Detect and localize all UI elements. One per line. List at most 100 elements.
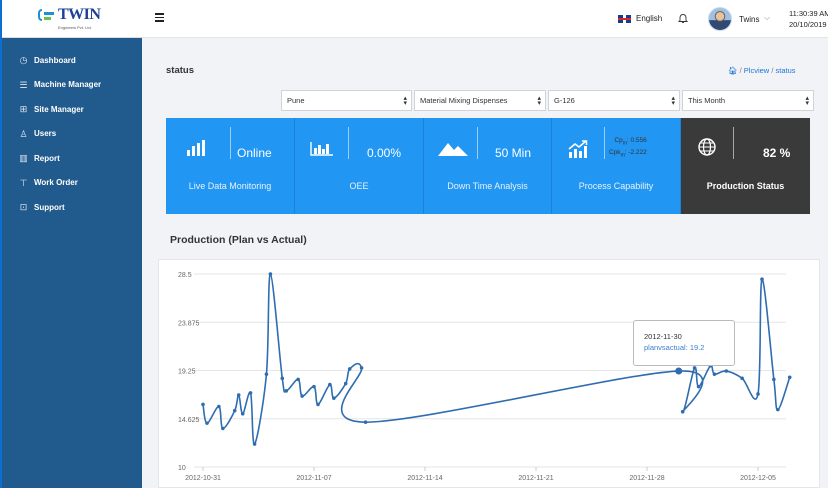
breadcrumb-plcview[interactable]: Plcview bbox=[744, 66, 769, 75]
globe-icon bbox=[698, 138, 716, 156]
avatar[interactable] bbox=[708, 7, 732, 31]
data-point bbox=[205, 421, 209, 425]
chart-tooltip: 2012-11-30 planvsactual: 19.2 bbox=[633, 320, 735, 366]
tile-caption: Production Status bbox=[706, 181, 785, 191]
data-point bbox=[248, 391, 253, 395]
current-date: 20/10/2019 bbox=[789, 20, 827, 29]
sidebar-item-dashboard[interactable]: ◷ Dashboard bbox=[2, 48, 142, 73]
y-tick-label: 10 bbox=[178, 465, 186, 472]
data-point bbox=[332, 396, 336, 400]
brand-header[interactable]: TWIN Engineers Pvt. Ltd. bbox=[2, 0, 144, 38]
tile-oee[interactable]: 0.00% OEE bbox=[295, 118, 424, 214]
data-point bbox=[692, 366, 697, 370]
sidebar-item-label: Support bbox=[34, 202, 65, 212]
list-icon: ☰ bbox=[19, 79, 28, 90]
breadcrumb-status[interactable]: status bbox=[776, 66, 796, 75]
x-tick-label: 2012-11-21 bbox=[518, 475, 553, 482]
chevron-down-icon[interactable]: ⌵ bbox=[764, 13, 770, 23]
bell-icon[interactable] bbox=[677, 12, 689, 24]
select-arrows-icon: ▴ ▾ bbox=[805, 95, 809, 107]
brand-name: TWIN bbox=[58, 6, 101, 23]
data-point bbox=[724, 369, 729, 373]
section-title: Production (Plan vs Actual) bbox=[170, 234, 307, 246]
growth-chart-icon bbox=[568, 140, 588, 158]
data-point bbox=[316, 402, 320, 407]
tile-caption: Down Time Analysis bbox=[447, 181, 528, 191]
period-select[interactable]: This Month ▴ ▾ bbox=[682, 90, 814, 111]
app-window: TWIN Engineers Pvt. Ltd. ◷ Dashboard ☰ M… bbox=[0, 0, 828, 488]
sidebar-item-site-manager[interactable]: ⊞ Site Manager bbox=[2, 97, 142, 122]
data-point bbox=[776, 407, 780, 412]
language-selector[interactable]: English bbox=[618, 14, 662, 23]
mountain-icon bbox=[438, 143, 468, 156]
data-point bbox=[201, 402, 205, 407]
data-point bbox=[300, 394, 304, 398]
tile-caption: OEE bbox=[349, 181, 369, 191]
data-point bbox=[712, 372, 717, 376]
data-point bbox=[740, 376, 744, 381]
sidebar-item-label: Users bbox=[34, 129, 57, 139]
machine-select[interactable]: Material Mixing Dispenses ▴ ▾ bbox=[414, 90, 546, 111]
data-point bbox=[787, 375, 792, 380]
sidebar-item-machine-manager[interactable]: ☰ Machine Manager bbox=[2, 73, 142, 98]
bar-chart-icon: ▥ bbox=[19, 153, 28, 164]
location-select[interactable]: Pune ▴ ▾ bbox=[281, 90, 412, 111]
data-point bbox=[280, 376, 285, 381]
cp-value: Cpm: 0.556 bbox=[614, 137, 647, 147]
production-status-value: 82 % bbox=[763, 146, 791, 160]
data-point bbox=[328, 382, 332, 387]
page-title: status bbox=[166, 65, 194, 76]
production-line-chart[interactable]: 28.5 23.875 19.25 14.625 10 2012-10-31 2012-11… bbox=[158, 259, 820, 488]
y-tick-label: 14.625 bbox=[178, 417, 200, 424]
menu-toggle-icon[interactable] bbox=[155, 11, 165, 25]
tile-process-capability[interactable]: Process Capability bbox=[552, 118, 681, 214]
data-point bbox=[284, 389, 289, 393]
sidebar-item-users[interactable]: ♙ Users bbox=[2, 122, 142, 147]
uk-flag-icon bbox=[618, 14, 631, 23]
data-point bbox=[359, 366, 364, 370]
tile-down-time-analysis[interactable]: 50 Min Down Time Analysis bbox=[424, 118, 552, 214]
signal-bars-icon bbox=[187, 140, 205, 156]
user-name[interactable]: Twins bbox=[739, 15, 759, 24]
select-arrows-icon: ▴ ▾ bbox=[671, 95, 675, 107]
data-point bbox=[240, 411, 245, 416]
select-arrows-icon: ▴ ▾ bbox=[403, 95, 407, 107]
x-tick-label: 2012-11-07 bbox=[296, 475, 331, 482]
tile-production-status[interactable]: 82 % Production Status bbox=[681, 118, 810, 214]
data-point bbox=[221, 426, 225, 431]
sidebar-item-label: Report bbox=[34, 153, 60, 163]
language-label: English bbox=[636, 14, 663, 23]
x-tick-label: 2012-11-28 bbox=[629, 475, 664, 482]
x-tick-label: 2012-11-14 bbox=[407, 475, 442, 482]
y-tick-label: 28.5 bbox=[178, 272, 192, 279]
tooltip-value: planvsactual: 19.2 bbox=[644, 343, 705, 352]
data-point bbox=[268, 272, 273, 276]
data-point bbox=[312, 384, 316, 389]
home-icon[interactable]: 🏠︎ bbox=[728, 66, 738, 75]
data-point bbox=[680, 409, 685, 414]
capability-values: Cpm: 0.556 Cpkm: -2.222 bbox=[609, 136, 647, 161]
data-point bbox=[252, 442, 257, 446]
y-tick-label: 23.875 bbox=[178, 320, 200, 327]
grid-icon: ⊞ bbox=[19, 104, 28, 115]
sidebar-item-work-order[interactable]: ⊤ Work Order bbox=[2, 171, 142, 196]
sidebar-item-support[interactable]: ⊡ Support bbox=[2, 195, 142, 220]
brand-logo: TWIN bbox=[36, 6, 101, 24]
tile-live-data-monitoring[interactable]: Online Live Data Monitoring bbox=[166, 118, 295, 214]
tile-caption: Live Data Monitoring bbox=[188, 181, 272, 191]
data-point bbox=[236, 393, 241, 397]
column-chart-icon bbox=[310, 142, 333, 156]
sidebar: TWIN Engineers Pvt. Ltd. ◷ Dashboard ☰ M… bbox=[0, 0, 144, 488]
sidebar-item-report[interactable]: ▥ Report bbox=[2, 146, 142, 171]
active-data-point bbox=[675, 367, 683, 375]
current-time: 11:30:39 AM bbox=[789, 9, 828, 18]
model-value: G-126 bbox=[554, 96, 575, 105]
model-select[interactable]: G-126 ▴ ▾ bbox=[548, 90, 680, 111]
data-point bbox=[772, 377, 776, 382]
x-tick-label: 2012-12-05 bbox=[740, 475, 776, 482]
data-point bbox=[756, 392, 760, 396]
pin-icon: ⊤ bbox=[19, 177, 28, 188]
data-point bbox=[232, 408, 237, 413]
user-icon: ♙ bbox=[19, 128, 28, 139]
data-point bbox=[363, 420, 368, 424]
